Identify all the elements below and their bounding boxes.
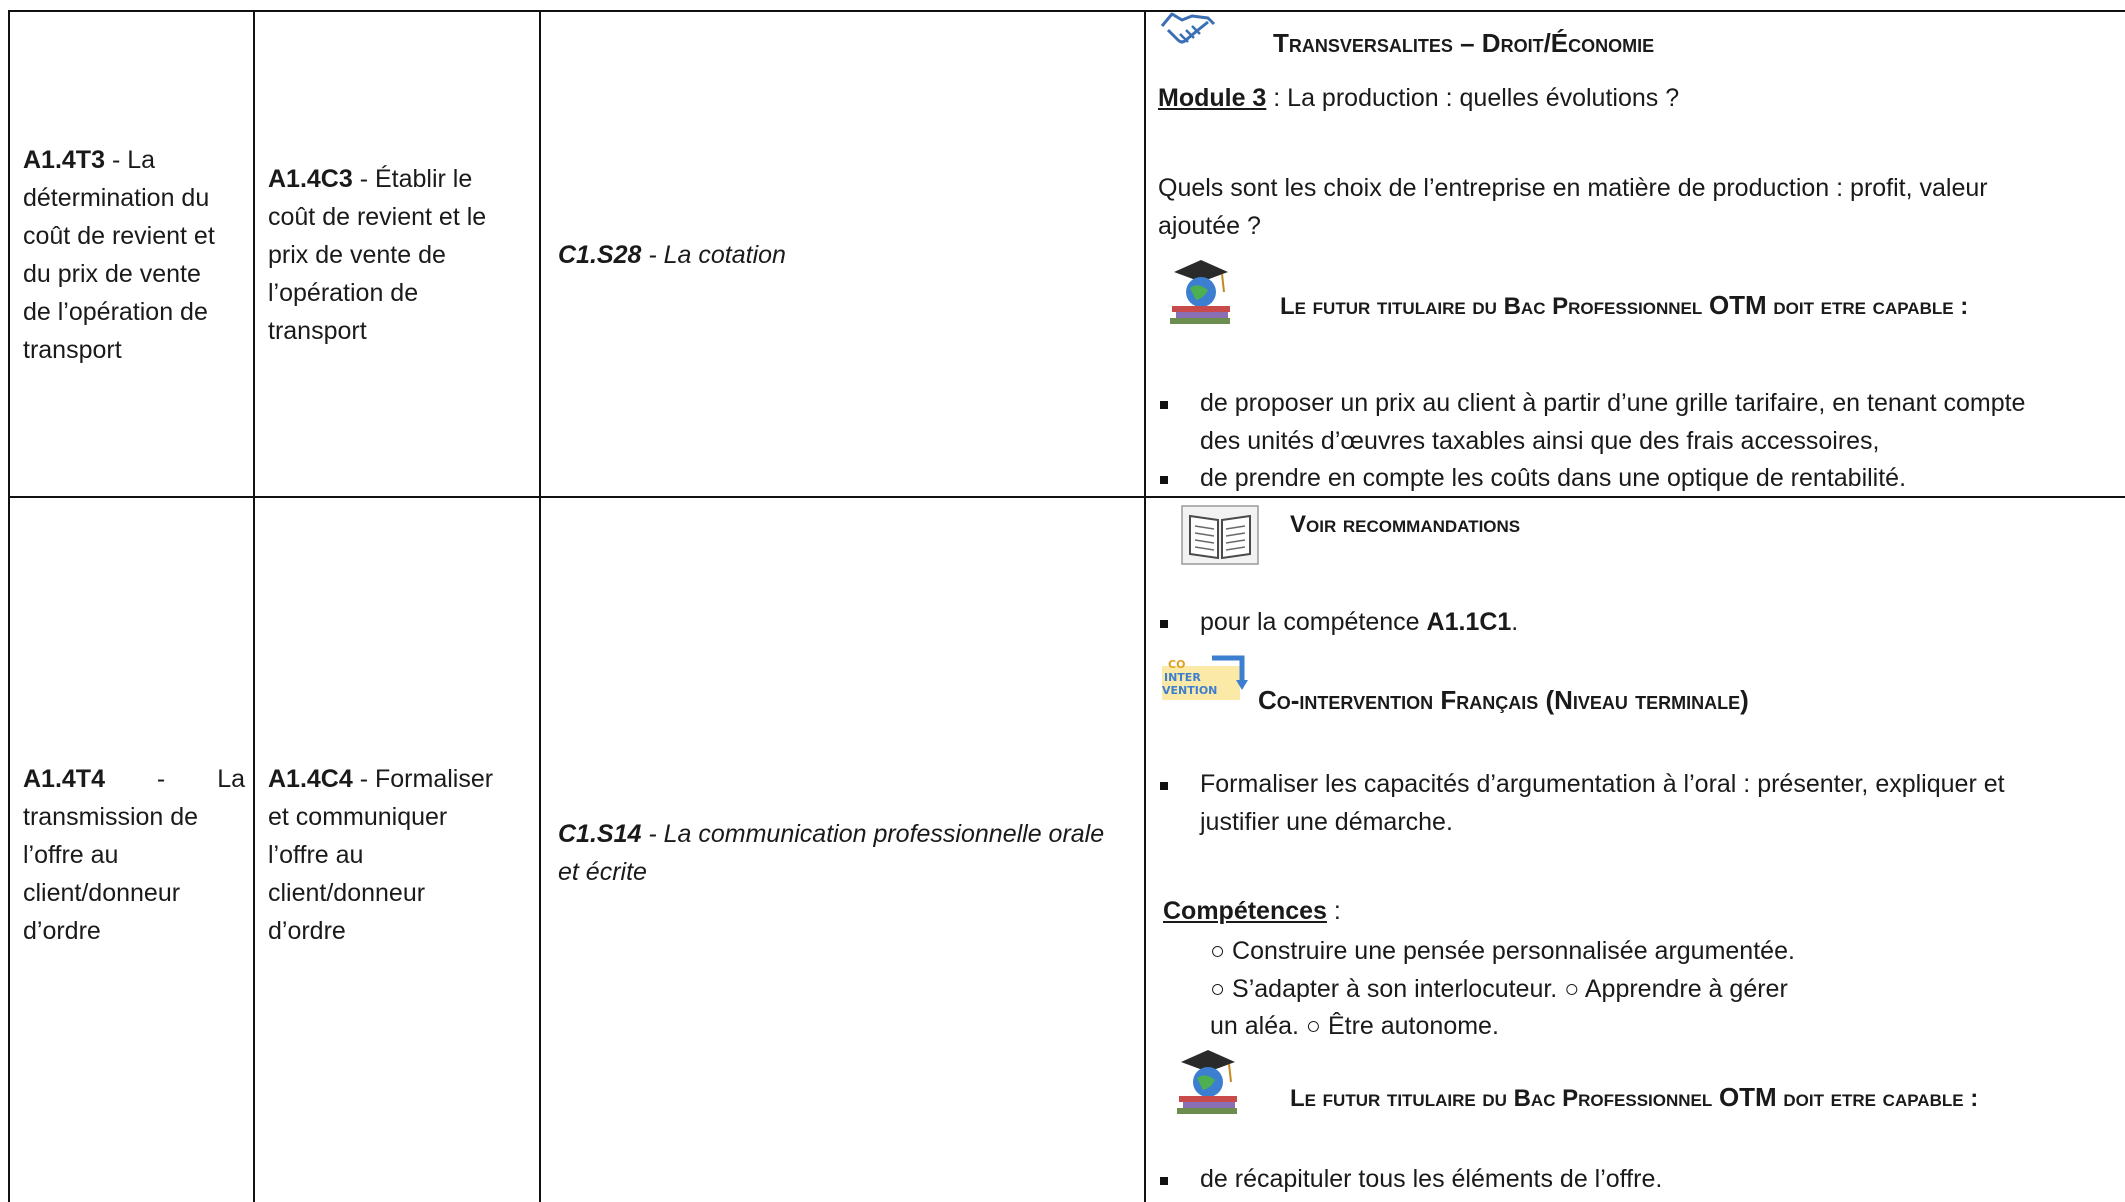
co-intervention-icon: CO INTER VENTION	[1160, 654, 1254, 702]
row1-bullet2: de prendre en compte les coûts dans une …	[1200, 464, 1907, 492]
row1-bullet1-line2: des unités d’œuvres taxables ainsi que d…	[1200, 427, 1880, 455]
row2-bullet-voir: pour la compétence A1.1C1.	[1200, 608, 1519, 636]
table-border-top	[8, 10, 2125, 12]
bullet-marker	[1160, 1177, 1168, 1185]
table-row-divider	[8, 496, 2125, 498]
row1-question-line2: ajoutée ?	[1158, 212, 1261, 240]
row2-competence-line1: ○ Construire une pensée personnalisée ar…	[1210, 937, 1795, 965]
row1-col3-text: C1.S28 - La cotation	[558, 241, 786, 269]
bullet-marker	[1160, 782, 1168, 790]
row1-bullet1-line1: de proposer un prix au client à partir d…	[1200, 389, 2026, 417]
row1-col2-text: A1.4C3 - Établir le coût de revient et l…	[268, 165, 487, 345]
row1-heading-transversalites: Transversalites – Droit/Économie	[1273, 28, 1655, 58]
document-page: A1.4T3 - La détermination du coût de rev…	[0, 0, 2125, 1202]
row2-bullet-final: de récapituler tous les éléments de l’of…	[1200, 1165, 1663, 1193]
row2-bullet-cointer-line1: Formaliser les capacités d’argumentation…	[1200, 770, 2005, 798]
table-divider-col3	[1144, 10, 1146, 1202]
table-divider-col1	[253, 10, 255, 1202]
row2-competence-line2: ○ S’adapter à son interlocuteur. ○ Appre…	[1210, 975, 1788, 1003]
row1-col1-text: A1.4T3 - La détermination du coût de rev…	[23, 146, 215, 364]
co-intervention-icon-text-inter: INTER	[1164, 671, 1201, 684]
row2-heading-cointer: Co-intervention Français (Niveau termina…	[1258, 685, 1749, 715]
co-intervention-icon-text-co: CO	[1168, 658, 1185, 671]
graduate-globe-icon	[1175, 1048, 1241, 1118]
bullet-marker	[1160, 620, 1168, 628]
open-book-icon	[1180, 504, 1260, 566]
row1-question-line1: Quels sont les choix de l’entreprise en …	[1158, 174, 1988, 202]
graduate-globe-icon	[1168, 258, 1234, 328]
table-divider-col2	[539, 10, 541, 1202]
row2-capable-heading: Le futur titulaire du Bac Professionnel …	[1290, 1082, 1979, 1112]
row2-col1-text: A1.4T4 - La transmission de l’offre au c…	[23, 765, 245, 945]
bullet-marker	[1160, 401, 1168, 409]
row2-competence-line3: un aléa. ○ Être autonome.	[1210, 1012, 1499, 1040]
row2-col3-text: C1.S14 - La communication professionnell…	[558, 820, 1105, 886]
table-border-left	[8, 10, 10, 1202]
row2-heading-voir: Voir recommandations	[1290, 511, 1521, 538]
row1-capable-heading: Le futur titulaire du Bac Professionnel …	[1280, 290, 1969, 320]
handshake-icon	[1158, 10, 1218, 52]
row2-competences-label: Compétences :	[1163, 897, 1341, 925]
row2-bullet-cointer-line2: justifier une démarche.	[1200, 808, 1453, 836]
bullet-marker	[1160, 476, 1168, 484]
row1-module-line: Module 3 : La production : quelles évolu…	[1158, 84, 1680, 112]
co-intervention-icon-text-vention: VENTION	[1162, 684, 1217, 697]
row2-col2-text: A1.4C4 - Formaliser et communiquer l’off…	[268, 765, 494, 945]
